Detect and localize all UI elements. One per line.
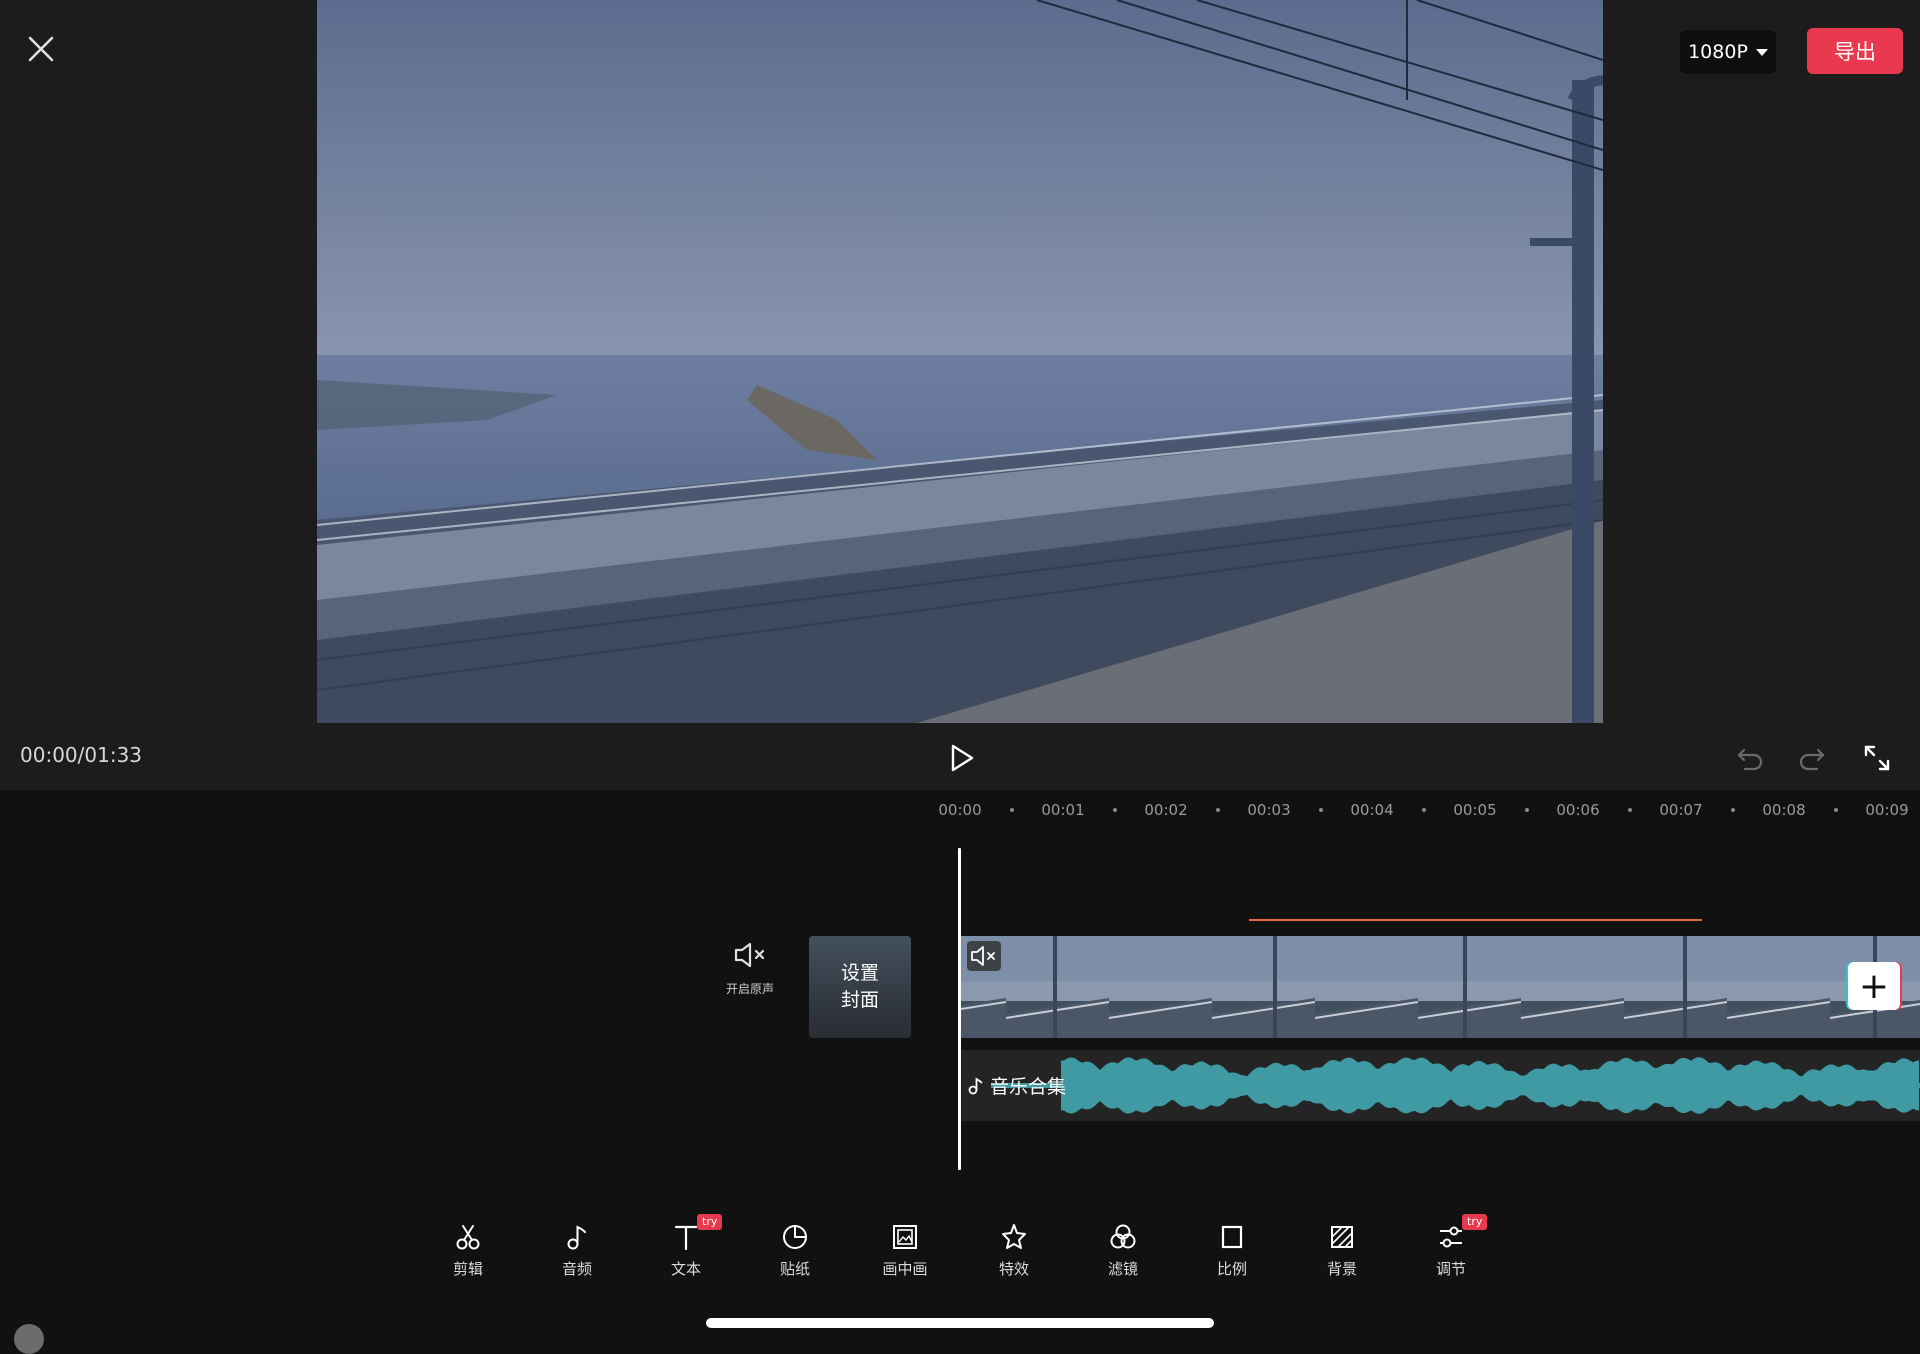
resolution-label: 1080P [1688, 41, 1748, 63]
close-button[interactable] [18, 26, 64, 72]
try-badge: try [697, 1214, 723, 1230]
ruler-tick-dot [1421, 808, 1426, 812]
ruler-tick-dot [1627, 808, 1632, 812]
export-button[interactable]: 导出 [1807, 28, 1903, 74]
ruler-tick-dot [1318, 808, 1323, 812]
playhead[interactable] [958, 848, 961, 1170]
clip-thumbnail [1726, 936, 1831, 1038]
ruler-tick-label: 00:09 [1865, 801, 1909, 819]
toolbar-item-9[interactable]: 调节 try [1410, 1214, 1492, 1279]
toolbar-item-label: 文本 [670, 1260, 701, 1278]
home-indicator [706, 1318, 1214, 1328]
redo-icon [1799, 748, 1825, 771]
ruler-tick-dot [1524, 808, 1529, 812]
ruler-tick-label: 00:01 [1041, 801, 1085, 819]
toolbar-item-label: 特效 [998, 1260, 1029, 1278]
toolbar-item-4[interactable]: 画中画 [864, 1222, 946, 1279]
effects-star-icon [1002, 1224, 1026, 1249]
audio-track-label: 音乐合集 [968, 1072, 1066, 1099]
music-note-icon [968, 1076, 983, 1094]
video-preview[interactable] [317, 0, 1603, 723]
toolbar-item-label: 滤镜 [1107, 1260, 1138, 1278]
time-display: 00:00/01:33 [20, 743, 143, 767]
toolbar-item-label: 画中画 [882, 1260, 928, 1278]
ruler-tick-label: 00:03 [1247, 801, 1291, 819]
selection-marker-line [1249, 919, 1702, 921]
ruler-tick-label: 00:04 [1350, 801, 1394, 819]
clip-thumbnail [1108, 936, 1213, 1038]
play-button[interactable] [944, 741, 978, 775]
ruler-tick-dot [1215, 808, 1220, 812]
ruler-tick-label: 00:08 [1762, 801, 1806, 819]
filter-icon [1110, 1224, 1136, 1249]
toolbar-item-2[interactable]: 文本 try [645, 1214, 727, 1279]
ruler-tick-dot [1112, 808, 1117, 812]
audio-waveform [991, 1057, 1920, 1114]
speaker-mute-icon [734, 942, 765, 968]
toolbar-item-label: 背景 [1326, 1260, 1357, 1278]
ruler-tick-label: 00:07 [1659, 801, 1703, 819]
music-note-icon [567, 1225, 586, 1250]
toolbar-item-7[interactable]: 比例 [1191, 1222, 1273, 1279]
original-sound-label: 开启原声 [725, 982, 774, 996]
picture-in-picture-icon [893, 1225, 917, 1249]
set-cover-button[interactable]: 设置 封面 [809, 936, 911, 1038]
redo-button[interactable] [1795, 741, 1829, 775]
toolbar-item-5[interactable]: 特效 [973, 1222, 1055, 1279]
toolbar-item-label: 比例 [1216, 1260, 1247, 1278]
original-sound-toggle[interactable]: 开启原声 [710, 940, 790, 1010]
clip-thumbnail [1005, 936, 1110, 1038]
clip-thumbnail [1520, 936, 1625, 1038]
play-icon [951, 744, 974, 772]
fullscreen-icon [1864, 745, 1890, 771]
background-icon [1331, 1226, 1353, 1248]
audio-track[interactable] [961, 1050, 1920, 1121]
resolution-dropdown[interactable]: 1080P [1680, 30, 1776, 74]
ruler-tick-label: 00:06 [1556, 801, 1600, 819]
plus-icon: + [1858, 965, 1890, 1007]
toolbar-item-8[interactable]: 背景 [1301, 1222, 1383, 1279]
toolbar-item-0[interactable]: 剪辑 [427, 1222, 509, 1279]
ruler-tick-label: 00:00 [938, 801, 982, 819]
undo-icon [1737, 748, 1763, 771]
clip-thumbnail [1417, 936, 1522, 1038]
toolbar-item-6[interactable]: 滤镜 [1082, 1222, 1164, 1279]
ruler-tick-label: 00:05 [1453, 801, 1497, 819]
fullscreen-button[interactable] [1860, 741, 1894, 775]
video-frame-image [317, 0, 1603, 723]
audio-name: 音乐合集 [990, 1076, 1067, 1098]
toolbar-item-label: 音频 [561, 1260, 592, 1278]
caret-down-icon [1755, 48, 1768, 56]
scissors-icon [456, 1225, 480, 1250]
cover-label-line1: 设置 [840, 962, 879, 984]
toolbar-item-1[interactable]: 音频 [536, 1222, 618, 1279]
close-icon [28, 36, 54, 62]
add-clip-button[interactable]: + [1848, 962, 1900, 1010]
try-badge: try [1462, 1214, 1488, 1230]
clip-muted-icon [967, 941, 1001, 971]
video-clip-track[interactable] [961, 936, 1920, 1038]
ratio-icon [1221, 1225, 1243, 1249]
toolbar-item-label: 剪辑 [452, 1260, 483, 1278]
clip-thumbnail [1211, 936, 1316, 1038]
undo-button[interactable] [1733, 741, 1767, 775]
ruler-tick-dot [1833, 808, 1838, 812]
ruler-tick-label: 00:02 [1144, 801, 1188, 819]
assistive-touch-dot[interactable] [14, 1324, 44, 1354]
toolbar-item-label: 调节 [1435, 1260, 1466, 1278]
ruler-tick-dot [1009, 808, 1014, 812]
ruler-tick-dot [1730, 808, 1735, 812]
clip-thumbnail [1623, 936, 1728, 1038]
toolbar-item-3[interactable]: 贴纸 [754, 1222, 836, 1279]
cover-label-line2: 封面 [840, 989, 879, 1011]
toolbar-item-label: 贴纸 [779, 1260, 810, 1278]
sticker-icon [783, 1224, 808, 1249]
clip-thumbnail [1314, 936, 1419, 1038]
